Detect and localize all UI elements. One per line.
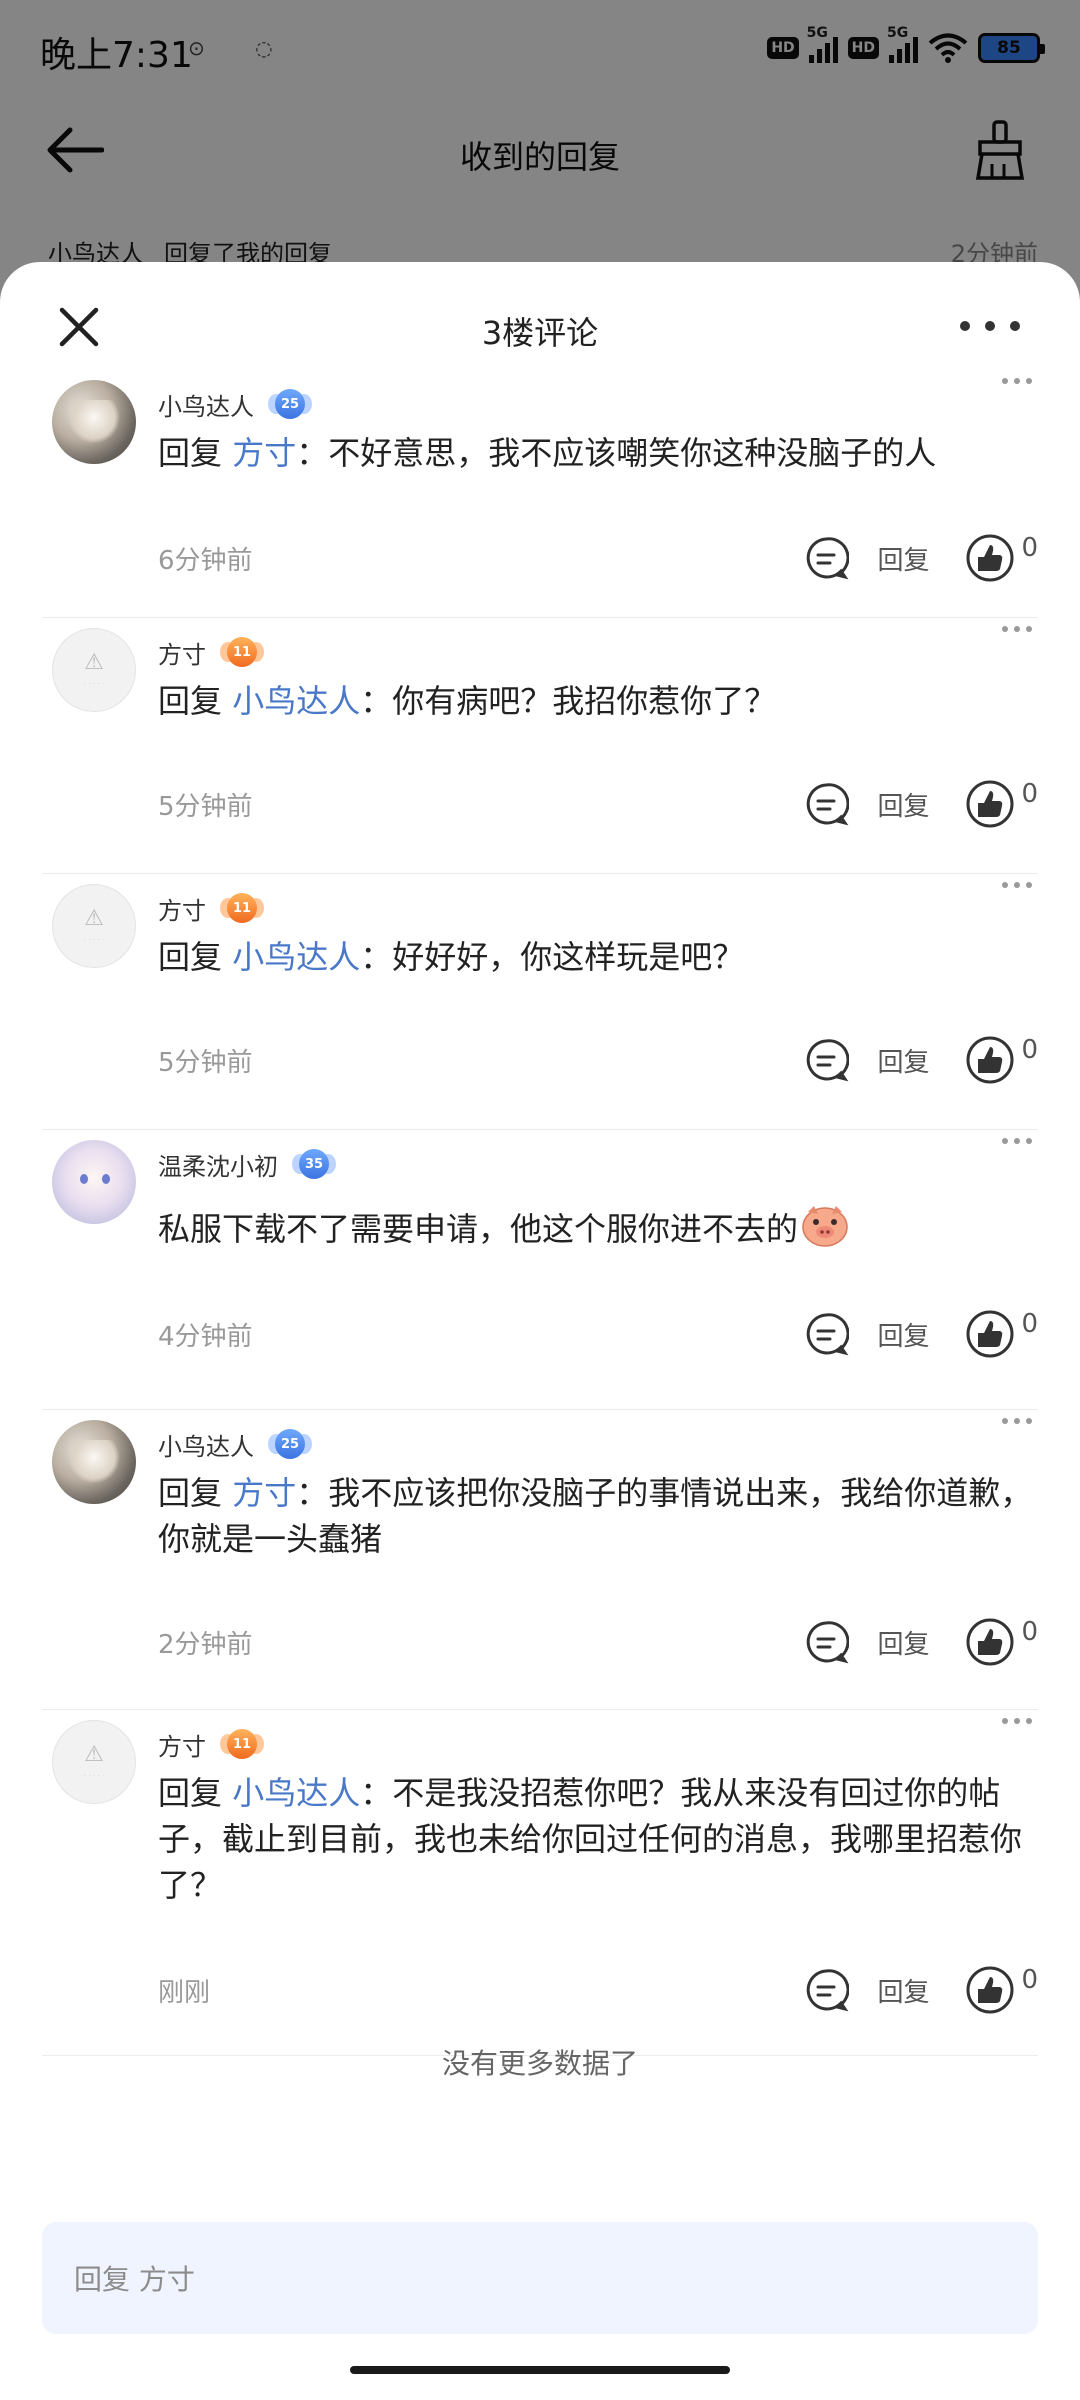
comment-actions: 回复 0 bbox=[803, 1034, 1038, 1086]
avatar[interactable]: ⚠ · · · · · bbox=[52, 1720, 136, 1804]
avatar[interactable] bbox=[52, 1140, 136, 1224]
username[interactable]: 小鸟达人 bbox=[158, 387, 254, 422]
reply-target-link[interactable]: 小鸟达人 bbox=[232, 682, 360, 720]
comment-more-icon[interactable] bbox=[1002, 622, 1032, 636]
like-count: 0 bbox=[1021, 1309, 1038, 1339]
comment-actions: 回复 0 bbox=[803, 1616, 1038, 1668]
username[interactable]: 温柔沈小初 bbox=[158, 1147, 278, 1182]
reply-button[interactable]: 回复 bbox=[877, 540, 929, 577]
comment-bubble-icon[interactable] bbox=[803, 1311, 850, 1357]
comment-time: 5分钟前 bbox=[158, 792, 253, 822]
avatar[interactable] bbox=[52, 380, 136, 464]
comment-actions: 回复 0 bbox=[803, 1964, 1038, 2016]
comment-time: 5分钟前 bbox=[158, 1048, 253, 1078]
comment-text: 回复 小鸟达人：好好好，你这样玩是吧？ bbox=[158, 938, 745, 976]
thumbs-up-icon[interactable] bbox=[965, 1617, 1015, 1667]
thumbs-up-icon[interactable] bbox=[965, 1309, 1015, 1359]
username[interactable]: 方寸 bbox=[158, 1727, 206, 1762]
level-badge-icon: 11 bbox=[220, 890, 264, 926]
comment-actions: 回复 0 bbox=[803, 778, 1038, 830]
username[interactable]: 方寸 bbox=[158, 891, 206, 926]
reply-target-link[interactable]: 方寸 bbox=[232, 434, 296, 472]
thumbs-up-icon[interactable] bbox=[965, 1965, 1015, 2015]
comment-item: ⚠ · · · · · 方寸 11 回复 小鸟达人：你有病吧？我招你惹你了？ 5分… bbox=[42, 618, 1038, 874]
comment-text: 回复 方寸：不好意思，我不应该嘲笑你这种没脑子的人 bbox=[158, 434, 937, 472]
level-badge-icon: 11 bbox=[220, 1726, 264, 1762]
reply-input-placeholder: 回复 方寸 bbox=[74, 2263, 195, 2296]
warning-icon: ⚠ bbox=[84, 906, 104, 931]
like-count: 0 bbox=[1021, 779, 1038, 809]
reply-button[interactable]: 回复 bbox=[877, 1042, 929, 1079]
reply-button[interactable]: 回复 bbox=[877, 1316, 929, 1353]
username[interactable]: 小鸟达人 bbox=[158, 1427, 254, 1462]
comment-time: 刚刚 bbox=[158, 1978, 211, 2008]
level-badge-icon: 11 bbox=[220, 634, 264, 670]
comment-bubble-icon[interactable] bbox=[803, 781, 850, 827]
comment-bubble-icon[interactable] bbox=[803, 1967, 850, 2013]
warning-icon: ⚠ bbox=[84, 1742, 104, 1767]
thumbs-up-icon[interactable] bbox=[965, 1035, 1015, 1085]
avatar[interactable]: ⚠ · · · · · bbox=[52, 628, 136, 712]
comment-actions: 回复 0 bbox=[803, 532, 1038, 584]
comment-text: 回复 小鸟达人：你有病吧？我招你惹你了？ bbox=[158, 682, 777, 720]
comment-sheet: 3楼评论 小鸟达人 25 回复 方寸：不好意思，我不应该嘲笑你这种没脑子的人 6… bbox=[0, 262, 1080, 2400]
comment-item: 温柔沈小初 35 私服下载不了需要申请，他这个服你进不去的 4分钟前 回复 0 bbox=[42, 1130, 1038, 1410]
reply-button[interactable]: 回复 bbox=[877, 1972, 929, 2009]
like-count: 0 bbox=[1021, 1965, 1038, 1995]
comment-bubble-icon[interactable] bbox=[803, 1619, 850, 1665]
comment-time: 2分钟前 bbox=[158, 1630, 253, 1660]
comment-more-icon[interactable] bbox=[1002, 1414, 1032, 1428]
like-count: 0 bbox=[1021, 533, 1038, 563]
reply-input[interactable]: 回复 方寸 bbox=[42, 2222, 1038, 2334]
comment-bubble-icon[interactable] bbox=[803, 535, 850, 581]
more-options-icon[interactable] bbox=[960, 314, 1020, 338]
level-badge-icon: 35 bbox=[292, 1146, 336, 1182]
comment-time: 6分钟前 bbox=[158, 546, 253, 576]
username[interactable]: 方寸 bbox=[158, 635, 206, 670]
like-count: 0 bbox=[1021, 1035, 1038, 1065]
sheet-title: 3楼评论 bbox=[481, 314, 599, 352]
comment-actions: 回复 0 bbox=[803, 1308, 1038, 1360]
comment-item: ⚠ · · · · · 方寸 11 回复 小鸟达人：好好好，你这样玩是吧？ 5分钟… bbox=[42, 874, 1038, 1130]
level-badge-icon: 25 bbox=[268, 386, 312, 422]
pig-emoji-icon bbox=[802, 1206, 848, 1247]
reply-target-link[interactable]: 小鸟达人 bbox=[232, 938, 360, 976]
comment-bubble-icon[interactable] bbox=[803, 1037, 850, 1083]
comment-text: 回复 小鸟达人：不是我没招惹你吧？我从来没有回过你的帖子，截止到目前，我也未给你… bbox=[158, 1774, 1023, 1904]
level-badge-icon: 25 bbox=[268, 1426, 312, 1462]
reply-target-link[interactable]: 小鸟达人 bbox=[232, 1774, 360, 1812]
avatar[interactable]: ⚠ · · · · · bbox=[52, 884, 136, 968]
comment-item: ⚠ · · · · · 方寸 11 回复 小鸟达人：不是我没招惹你吧？我从来没有回… bbox=[42, 1710, 1038, 2056]
comment-more-icon[interactable] bbox=[1002, 1134, 1032, 1148]
thumbs-up-icon[interactable] bbox=[965, 779, 1015, 829]
comment-more-icon[interactable] bbox=[1002, 878, 1032, 892]
reply-button[interactable]: 回复 bbox=[877, 1624, 929, 1661]
comment-text: 私服下载不了需要申请，他这个服你进不去的 bbox=[158, 1206, 1038, 1254]
reply-target-link[interactable]: 方寸 bbox=[232, 1474, 296, 1512]
like-count: 0 bbox=[1021, 1617, 1038, 1647]
warning-icon: ⚠ bbox=[84, 650, 104, 675]
comment-more-icon[interactable] bbox=[1002, 374, 1032, 388]
comment-time: 4分钟前 bbox=[158, 1322, 253, 1352]
comment-text: 回复 方寸：我不应该把你没脑子的事情说出来，我给你道歉，你就是一头蠢猪 bbox=[158, 1474, 1033, 1558]
home-indicator[interactable] bbox=[350, 2366, 730, 2374]
comment-item: 小鸟达人 25 回复 方寸：不好意思，我不应该嘲笑你这种没脑子的人 6分钟前 回… bbox=[42, 370, 1038, 618]
thumbs-up-icon[interactable] bbox=[965, 533, 1015, 583]
comment-item: 小鸟达人 25 回复 方寸：我不应该把你没脑子的事情说出来，我给你道歉，你就是一… bbox=[42, 1410, 1038, 1710]
reply-button[interactable]: 回复 bbox=[877, 786, 929, 823]
end-of-list-text: 没有更多数据了 bbox=[441, 2047, 638, 2080]
comment-more-icon[interactable] bbox=[1002, 1714, 1032, 1728]
avatar[interactable] bbox=[52, 1420, 136, 1504]
